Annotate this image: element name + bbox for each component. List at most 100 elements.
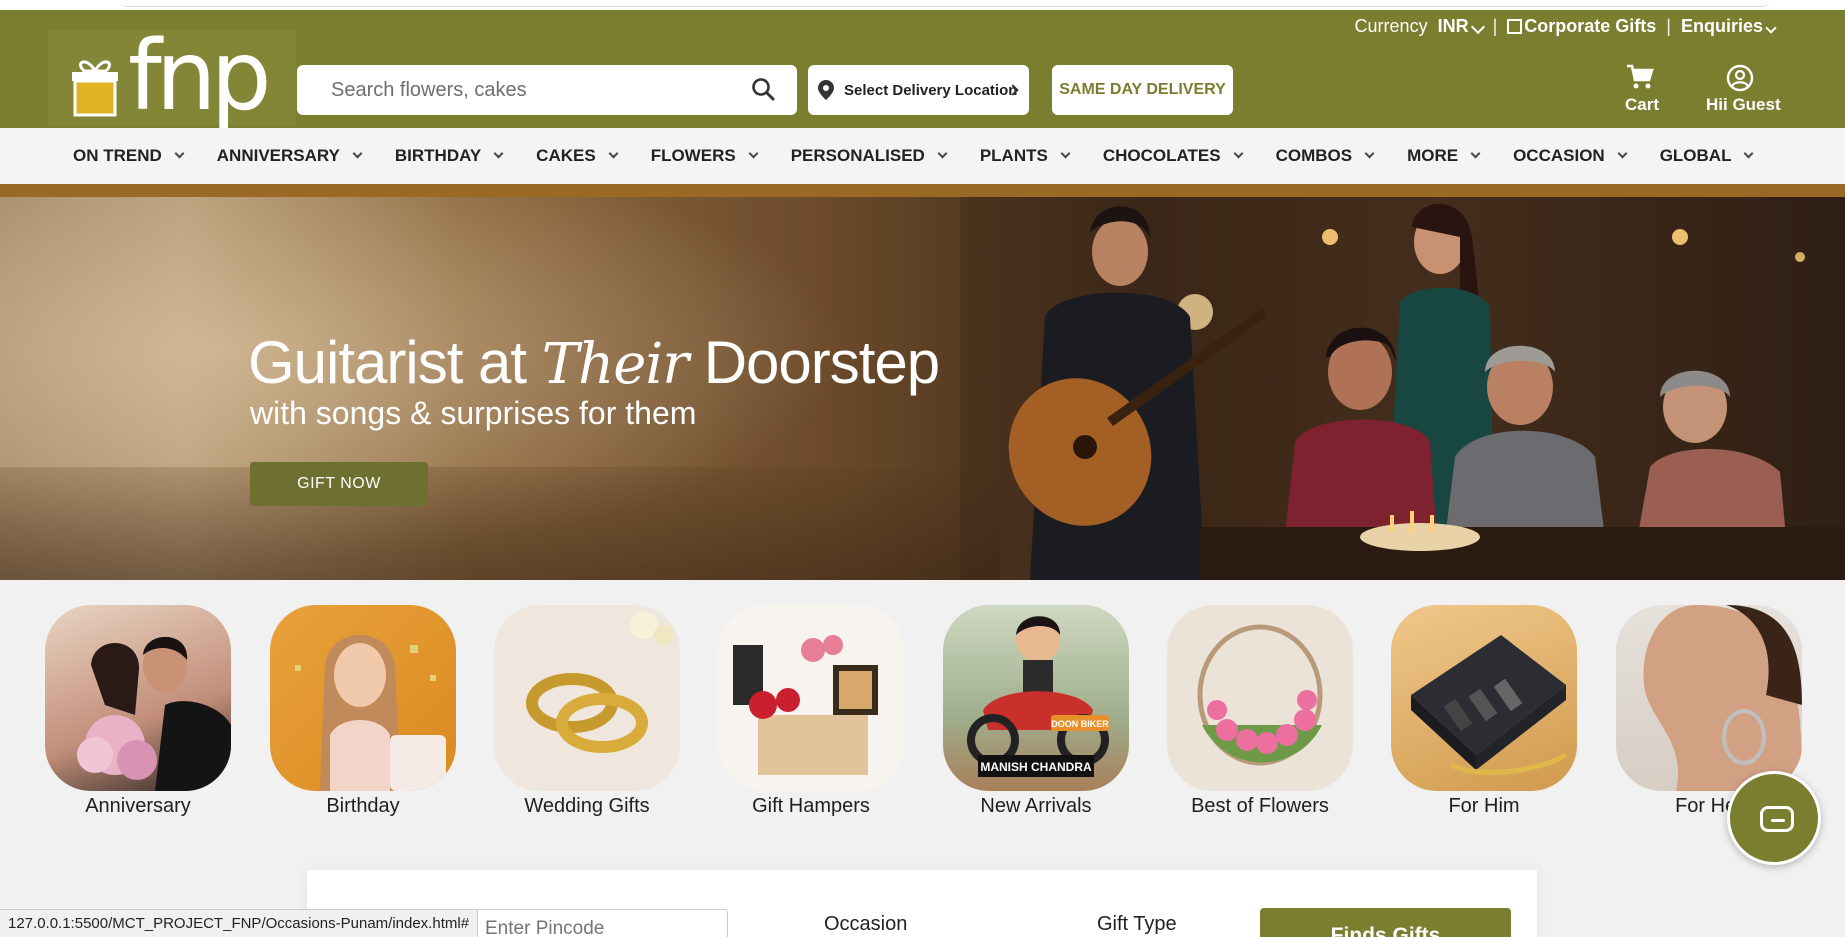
nav-item-label: ON TREND (73, 146, 162, 165)
cart-label[interactable]: Cart (1625, 95, 1659, 115)
pincode-input[interactable] (448, 909, 728, 937)
banner-kitchen-counter (0, 467, 1000, 580)
gift-hamper-photo (733, 635, 878, 775)
browser-top-strip (0, 0, 1845, 10)
cart-button[interactable] (1620, 62, 1660, 97)
category-wedding-gifts[interactable]: Wedding Gifts (494, 605, 680, 817)
building-icon (1507, 18, 1523, 34)
category-for-her[interactable]: For Her (1616, 605, 1802, 817)
nav-item-label: PLANTS (979, 146, 1048, 165)
category-strip: Anniversary Birthday Wedding Gifts Gift … (0, 605, 1845, 825)
chevron-down-icon (937, 148, 948, 159)
nav-item-cakes[interactable]: CAKES (536, 146, 619, 166)
nav-item-label: BIRTHDAY (394, 146, 482, 165)
banner-title-script: Their (541, 332, 689, 397)
category-new-arrivals-image: DOON BIKER MANISH CHANDRA (943, 605, 1129, 791)
chevron-down-icon (1744, 148, 1754, 159)
category-best-of-flowers[interactable]: Best of Flowers (1167, 605, 1353, 817)
top-utility-bar: Currency INR | Corporate Gifts | Enquiri… (1354, 10, 1777, 42)
nav-item-global[interactable]: GLOBAL (1659, 146, 1754, 166)
chevron-down-icon (174, 148, 185, 159)
grooming-kit-photo (1411, 635, 1568, 775)
user-greeting[interactable]: Hii Guest (1706, 95, 1781, 115)
nav-item-birthday[interactable]: BIRTHDAY (394, 146, 504, 166)
cart-icon (1627, 64, 1654, 89)
occasion-select[interactable]: Occasion (824, 913, 907, 936)
location-pin-icon (818, 80, 834, 100)
nav-item-personalised[interactable]: PERSONALISED (791, 146, 948, 166)
gift-now-button[interactable]: GIFT NOW (250, 462, 428, 506)
nav-item-label: CAKES (536, 146, 596, 165)
separator: | (1666, 15, 1671, 36)
nav-item-plants[interactable]: PLANTS (979, 146, 1071, 166)
chevron-down-icon (1060, 148, 1071, 159)
chevron-down-icon (748, 148, 759, 159)
category-label: Best of Flowers (1191, 795, 1329, 817)
biker-badge-top: DOON BIKER (1051, 719, 1109, 729)
chevron-down-icon (1470, 19, 1485, 34)
category-birthday[interactable]: Birthday (270, 605, 456, 817)
nav-item-more[interactable]: MORE (1407, 146, 1481, 166)
category-label: Birthday (326, 795, 400, 817)
same-day-delivery-button[interactable]: SAME DAY DELIVERY (1052, 65, 1233, 115)
logo-wordmark[interactable]: fnp (128, 28, 272, 124)
nav-item-label: FLOWERS (650, 146, 736, 165)
gift-type-select[interactable]: Gift Type (1097, 913, 1177, 936)
category-best-of-flowers-image (1167, 605, 1353, 791)
browser-status-url: 127.0.0.1:5500/MCT_PROJECT_FNP/Occasions… (0, 909, 479, 937)
chevron-down-icon (1233, 148, 1244, 159)
category-gift-hampers[interactable]: Gift Hampers (718, 605, 904, 817)
chevron-down-icon (1765, 21, 1777, 34)
search-input[interactable] (297, 65, 737, 115)
banner-title: Guitarist at Their Doorstep (248, 328, 940, 397)
currency-selector[interactable]: INR (1437, 15, 1485, 37)
category-anniversary-image (45, 605, 231, 791)
separator: | (1492, 15, 1498, 36)
delivery-location-label: Select Delivery Location (844, 81, 1018, 99)
currency-label: Currency (1354, 15, 1428, 36)
main-nav: ON TREND ANNIVERSARY BIRTHDAY CAKES FLOW… (0, 128, 1845, 184)
biker-caricature-photo: DOON BIKER MANISH CHANDRA (967, 616, 1109, 777)
nav-item-chocolates[interactable]: CHOCOLATES (1102, 146, 1244, 166)
category-birthday-image (270, 605, 456, 791)
nav-item-on-trend[interactable]: ON TREND (73, 146, 185, 166)
category-gift-hampers-image (718, 605, 904, 791)
currency-value: INR (1437, 15, 1469, 36)
category-new-arrivals[interactable]: DOON BIKER MANISH CHANDRA New Arrivals (943, 605, 1129, 817)
nav-item-label: GLOBAL (1659, 146, 1732, 165)
banner-title-part2: Doorstep (703, 329, 940, 396)
enquiries-menu[interactable]: Enquiries (1681, 16, 1777, 37)
category-anniversary[interactable]: Anniversary (45, 605, 231, 817)
nav-item-flowers[interactable]: FLOWERS (650, 146, 759, 166)
category-for-him[interactable]: For Him (1391, 605, 1577, 817)
delivery-location-button[interactable]: Select Delivery Location (808, 65, 1029, 115)
user-account-icon[interactable] (1726, 64, 1754, 92)
biker-name-plate: MANISH CHANDRA (980, 760, 1092, 774)
flower-arrangement-photo (1197, 624, 1323, 766)
gift-logo-icon (72, 60, 118, 117)
chevron-down-icon (1617, 148, 1628, 159)
category-label: Wedding Gifts (524, 795, 650, 817)
find-gifts-button[interactable]: Finds Gifts (1260, 908, 1511, 937)
category-for-her-image (1616, 605, 1802, 791)
category-label: New Arrivals (980, 795, 1092, 817)
search-icon[interactable] (751, 77, 777, 103)
chevron-down-icon (608, 148, 619, 159)
nav-item-combos[interactable]: COMBOS (1275, 146, 1375, 166)
top-strip-pill (120, 0, 1770, 7)
birthday-photo (295, 635, 446, 791)
nav-item-label: COMBOS (1275, 146, 1353, 165)
wedding-rings-photo (526, 611, 674, 753)
category-wedding-gifts-image (494, 605, 680, 791)
chat-button[interactable] (1727, 771, 1821, 865)
category-label: For Him (1448, 795, 1520, 817)
banner-subtitle: with songs & surprises for them (250, 395, 697, 431)
corporate-gifts-link[interactable]: Corporate Gifts (1507, 16, 1656, 37)
nav-item-label: CHOCOLATES (1102, 146, 1221, 165)
category-label: Anniversary (85, 795, 191, 817)
chevron-down-icon (352, 148, 363, 159)
nav-divider-bar (0, 184, 1845, 197)
nav-item-occasion[interactable]: OCCASION (1513, 146, 1628, 166)
search-bar (297, 65, 797, 115)
nav-item-anniversary[interactable]: ANNIVERSARY (217, 146, 363, 166)
